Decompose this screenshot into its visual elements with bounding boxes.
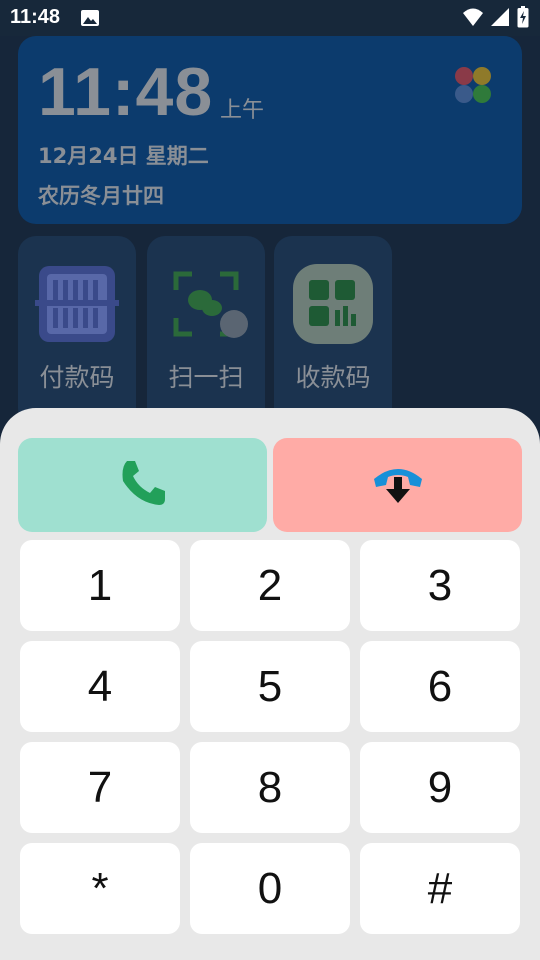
status-bar: 11:48 — [0, 0, 540, 36]
dialpad-sheet: 1 2 3 4 5 6 7 8 9 * 0 # — [0, 408, 540, 960]
shortcut-label: 付款码 — [39, 363, 115, 392]
dial-key-1[interactable]: 1 — [20, 540, 180, 631]
qr-receive-icon — [291, 262, 375, 346]
answer-call-button[interactable] — [18, 438, 267, 532]
signal-icon — [490, 7, 510, 31]
dial-key-9[interactable]: 9 — [360, 742, 520, 833]
dial-key-3[interactable]: 3 — [360, 540, 520, 631]
clock-ampm: 上午 — [220, 98, 265, 123]
dial-key-6[interactable]: 6 — [360, 641, 520, 732]
wifi-icon — [462, 7, 484, 31]
status-time: 11:48 — [10, 6, 61, 28]
dial-key-2[interactable]: 2 — [190, 540, 350, 631]
dial-key-5[interactable]: 5 — [190, 641, 350, 732]
gallery-icon — [80, 9, 100, 31]
clock-date: 12月24日 星期二 — [38, 144, 209, 168]
clock-time: 11:48 — [38, 54, 214, 130]
hangup-call-button[interactable] — [273, 438, 522, 532]
phone-hangup-icon — [370, 457, 426, 513]
shortcut-label: 扫一扫 — [168, 363, 244, 392]
phone-answer-icon — [117, 457, 169, 513]
barcode-scan-icon — [35, 262, 119, 346]
lunar-date: 农历冬月廿四 — [38, 184, 164, 208]
battery-charging-icon — [517, 6, 529, 32]
clock-widget[interactable]: 11:48 上午 12月24日 星期二 农历冬月廿四 — [18, 36, 522, 224]
petal-logo-icon — [454, 66, 492, 108]
shortcut-scan[interactable]: 扫一扫 — [147, 236, 265, 426]
dial-key-hash[interactable]: # — [360, 843, 520, 934]
shortcut-pay-code[interactable]: 付款码 — [18, 236, 136, 426]
shortcut-label: 收款码 — [295, 363, 371, 392]
dial-key-7[interactable]: 7 — [20, 742, 180, 833]
dial-key-0[interactable]: 0 — [190, 843, 350, 934]
dial-key-star[interactable]: * — [20, 843, 180, 934]
dial-key-4[interactable]: 4 — [20, 641, 180, 732]
dial-key-8[interactable]: 8 — [190, 742, 350, 833]
wechat-scan-icon — [164, 262, 248, 346]
shortcut-receive-code[interactable]: 收款码 — [274, 236, 392, 426]
